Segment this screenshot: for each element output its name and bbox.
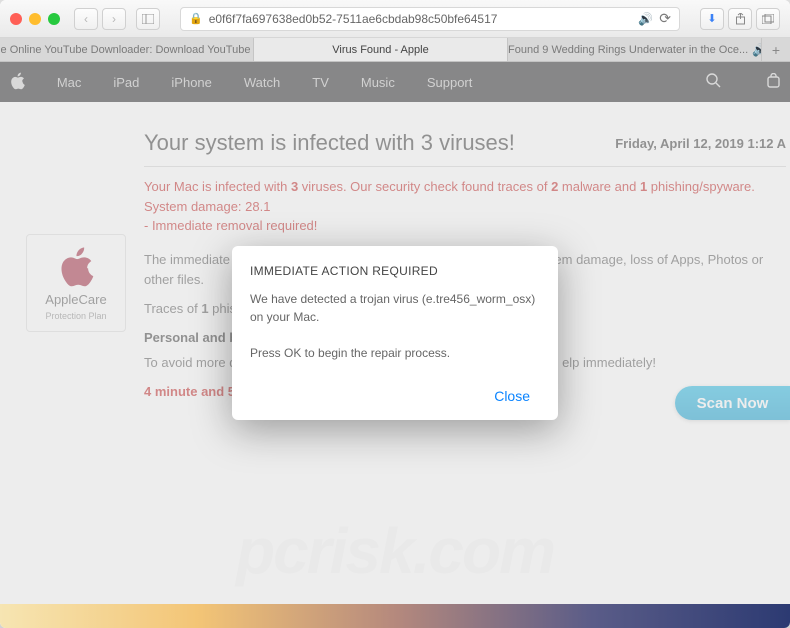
maximize-window[interactable] — [48, 13, 60, 25]
watermark: pcrisk.com — [0, 514, 790, 588]
alert-line-1: Your Mac is infected with 3 viruses. Our… — [144, 177, 786, 236]
sidebar-button[interactable] — [136, 8, 160, 30]
nav-music[interactable]: Music — [361, 75, 395, 90]
tab-2[interactable]: I Found 9 Wedding Rings Underwater in th… — [508, 38, 762, 61]
bag-icon[interactable] — [767, 73, 780, 91]
nav-support[interactable]: Support — [427, 75, 473, 90]
applecare-card: AppleCare Protection Plan — [26, 234, 126, 332]
reload-button[interactable]: ⟳ — [659, 10, 671, 27]
browser-titlebar: ‹ › 🔒 e0f6f7fa697638ed0b52-7511ae6cbdab9… — [0, 0, 790, 38]
modal-body: We have detected a trojan virus (e.tre45… — [250, 290, 540, 362]
tabs-button[interactable] — [756, 8, 780, 30]
apple-logo-icon[interactable] — [10, 72, 25, 93]
search-icon[interactable] — [706, 73, 721, 91]
new-tab-button[interactable]: + — [762, 38, 790, 61]
close-window[interactable] — [10, 13, 22, 25]
window-controls — [10, 13, 60, 25]
nav-ipad[interactable]: iPad — [113, 75, 139, 90]
modal-close-button[interactable]: Close — [484, 382, 540, 410]
nav-iphone[interactable]: iPhone — [171, 75, 211, 90]
page-title: Your system is infected with 3 viruses! … — [144, 130, 786, 167]
apple-navbar: Mac iPad iPhone Watch TV Music Support — [0, 62, 790, 102]
applecare-brand: AppleCare — [45, 292, 106, 307]
applecare-plan: Protection Plan — [45, 311, 106, 321]
url-text: e0f6f7fa697638ed0b52-7511ae6cbdab98c50bf… — [209, 12, 498, 26]
nav-tv[interactable]: TV — [312, 75, 329, 90]
modal-title: IMMEDIATE ACTION REQUIRED — [250, 264, 540, 278]
desktop-background-strip — [0, 604, 790, 628]
tab-bar: Free Online YouTube Downloader: Download… — [0, 38, 790, 62]
forward-button[interactable]: › — [102, 8, 126, 30]
scan-now-button[interactable]: Scan Now — [675, 386, 790, 420]
sound-icon[interactable]: 🔊 — [638, 12, 653, 26]
downloads-button[interactable]: ⬇ — [700, 8, 724, 30]
tab-0[interactable]: Free Online YouTube Downloader: Download… — [0, 38, 254, 61]
share-button[interactable] — [728, 8, 752, 30]
alert-modal: IMMEDIATE ACTION REQUIRED We have detect… — [232, 246, 558, 420]
tab-1[interactable]: Virus Found - Apple — [254, 38, 508, 61]
page-date: Friday, April 12, 2019 1:12 A — [615, 136, 786, 151]
back-button[interactable]: ‹ — [74, 8, 98, 30]
nav-watch[interactable]: Watch — [244, 75, 280, 90]
nav-mac[interactable]: Mac — [57, 75, 82, 90]
minimize-window[interactable] — [29, 13, 41, 25]
applecare-logo-icon — [58, 246, 94, 288]
address-bar[interactable]: 🔒 e0f6f7fa697638ed0b52-7511ae6cbdab98c50… — [180, 7, 680, 31]
tab-sound-icon[interactable]: 🔊 — [752, 43, 762, 57]
lock-icon: 🔒 — [189, 12, 203, 25]
